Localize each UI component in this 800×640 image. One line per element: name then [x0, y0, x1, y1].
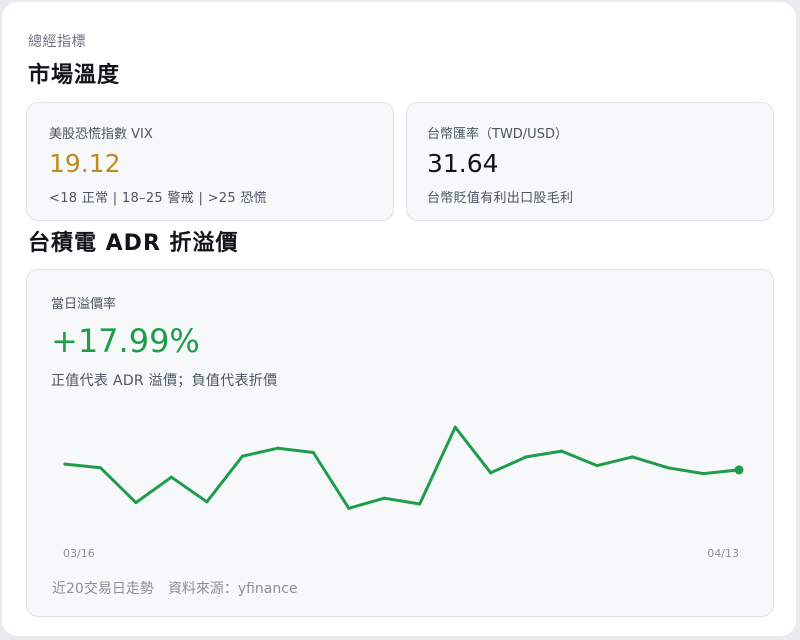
trend-point	[560, 449, 564, 453]
fx-note: 台幣貶值有利出口股毛利	[427, 191, 574, 206]
premium-trend-chart: 03/16 04/13	[63, 425, 744, 560]
trend-point	[382, 496, 386, 500]
latest-point	[734, 465, 744, 475]
trend-point	[595, 464, 599, 468]
trend-point	[205, 500, 209, 504]
fx-label: 台幣匯率（TWD/USD）	[427, 127, 568, 142]
vix-threshold-note: <18 正常 | 18–25 警戒 | >25 恐慌	[49, 191, 267, 206]
market-panel: 總經指標 市場溫度 美股恐慌指數 VIX 19.12 <18 正常 | 18–2…	[2, 2, 796, 636]
section-label: 總經指標	[28, 34, 86, 50]
x-tick-start: 03/16	[63, 547, 95, 560]
trend-point	[418, 502, 422, 506]
adr-footer: 近20交易日走勢 資料來源：yfinance	[52, 581, 298, 597]
trend-point	[453, 425, 457, 429]
trend-point	[276, 446, 280, 450]
trend-point	[63, 462, 67, 466]
trend-point	[98, 466, 102, 470]
premium-trend-line	[63, 425, 741, 510]
trend-point	[489, 471, 493, 475]
trend-point	[240, 454, 244, 458]
trend-point	[169, 475, 173, 479]
trend-point	[134, 501, 138, 505]
trend-point	[631, 455, 635, 459]
trend-point	[702, 472, 706, 476]
vix-value: 19.12	[49, 149, 121, 178]
fx-card: 台幣匯率（TWD/USD） 31.64 台幣貶值有利出口股毛利	[406, 102, 774, 221]
x-tick-end: 04/13	[707, 547, 739, 560]
vix-label: 美股恐慌指數 VIX	[49, 127, 153, 142]
trend-point	[524, 455, 528, 459]
section-title: 市場溫度	[28, 63, 121, 88]
trend-point	[347, 506, 351, 510]
trend-point	[311, 451, 315, 455]
vix-card: 美股恐慌指數 VIX 19.12 <18 正常 | 18–25 警戒 | >25…	[26, 102, 394, 221]
adr-card: 當日溢價率 +17.99% 正值代表 ADR 溢價；負值代表折價 03/16 0…	[26, 269, 774, 617]
trend-point	[666, 466, 670, 470]
adr-section-title: 台積電 ADR 折溢價	[28, 231, 239, 256]
fx-value: 31.64	[427, 149, 499, 178]
